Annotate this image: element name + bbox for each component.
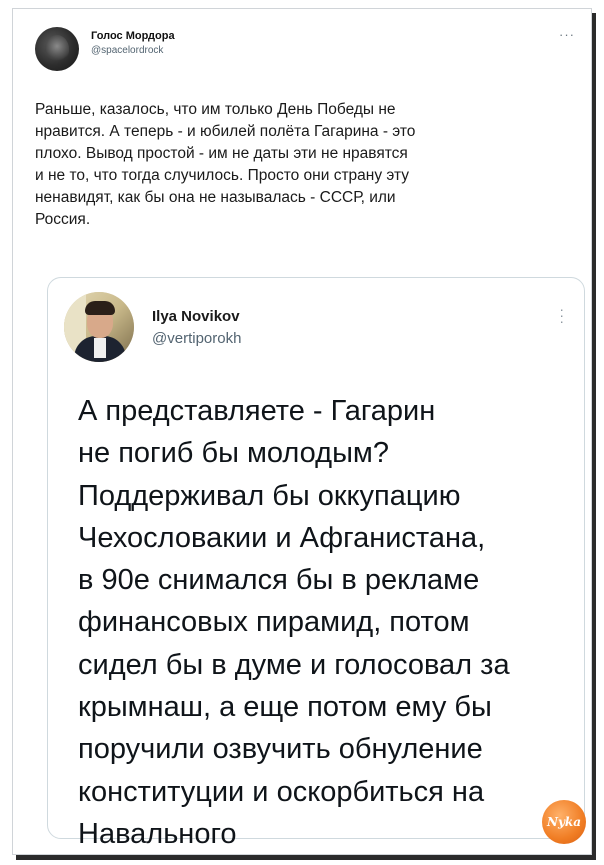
- quoted-tweet-card[interactable]: Ilya Novikov @vertiporokh · · · А представ…: [47, 277, 585, 850]
- tweet-text: Раньше, казалось, что им только День Поб…: [35, 101, 416, 228]
- more-vertical-icon[interactable]: · · ·: [559, 302, 564, 328]
- quoted-author-handle[interactable]: @vertiporokh: [152, 330, 241, 347]
- quoted-author-name[interactable]: Ilya Novikov: [152, 308, 240, 325]
- watermark-logo: Nyka: [542, 800, 586, 844]
- more-dots-icon[interactable]: ···: [559, 27, 575, 42]
- author-handle[interactable]: @spacelordrock: [91, 45, 163, 56]
- tweet-screenshot-frame: Голос Мордора @spacelordrock ··· Раньше,…: [12, 8, 592, 855]
- outer-tweet-header: Голос Мордора @spacelordrock ···: [35, 27, 575, 77]
- avatar[interactable]: [35, 27, 79, 71]
- watermark-label: Nyka: [546, 815, 582, 829]
- author-name[interactable]: Голос Мордора: [91, 30, 175, 42]
- quoted-author-avatar[interactable]: [64, 292, 134, 362]
- quoted-tweet-text: А представляете - Гагарин не погиб бы мо…: [78, 395, 510, 850]
